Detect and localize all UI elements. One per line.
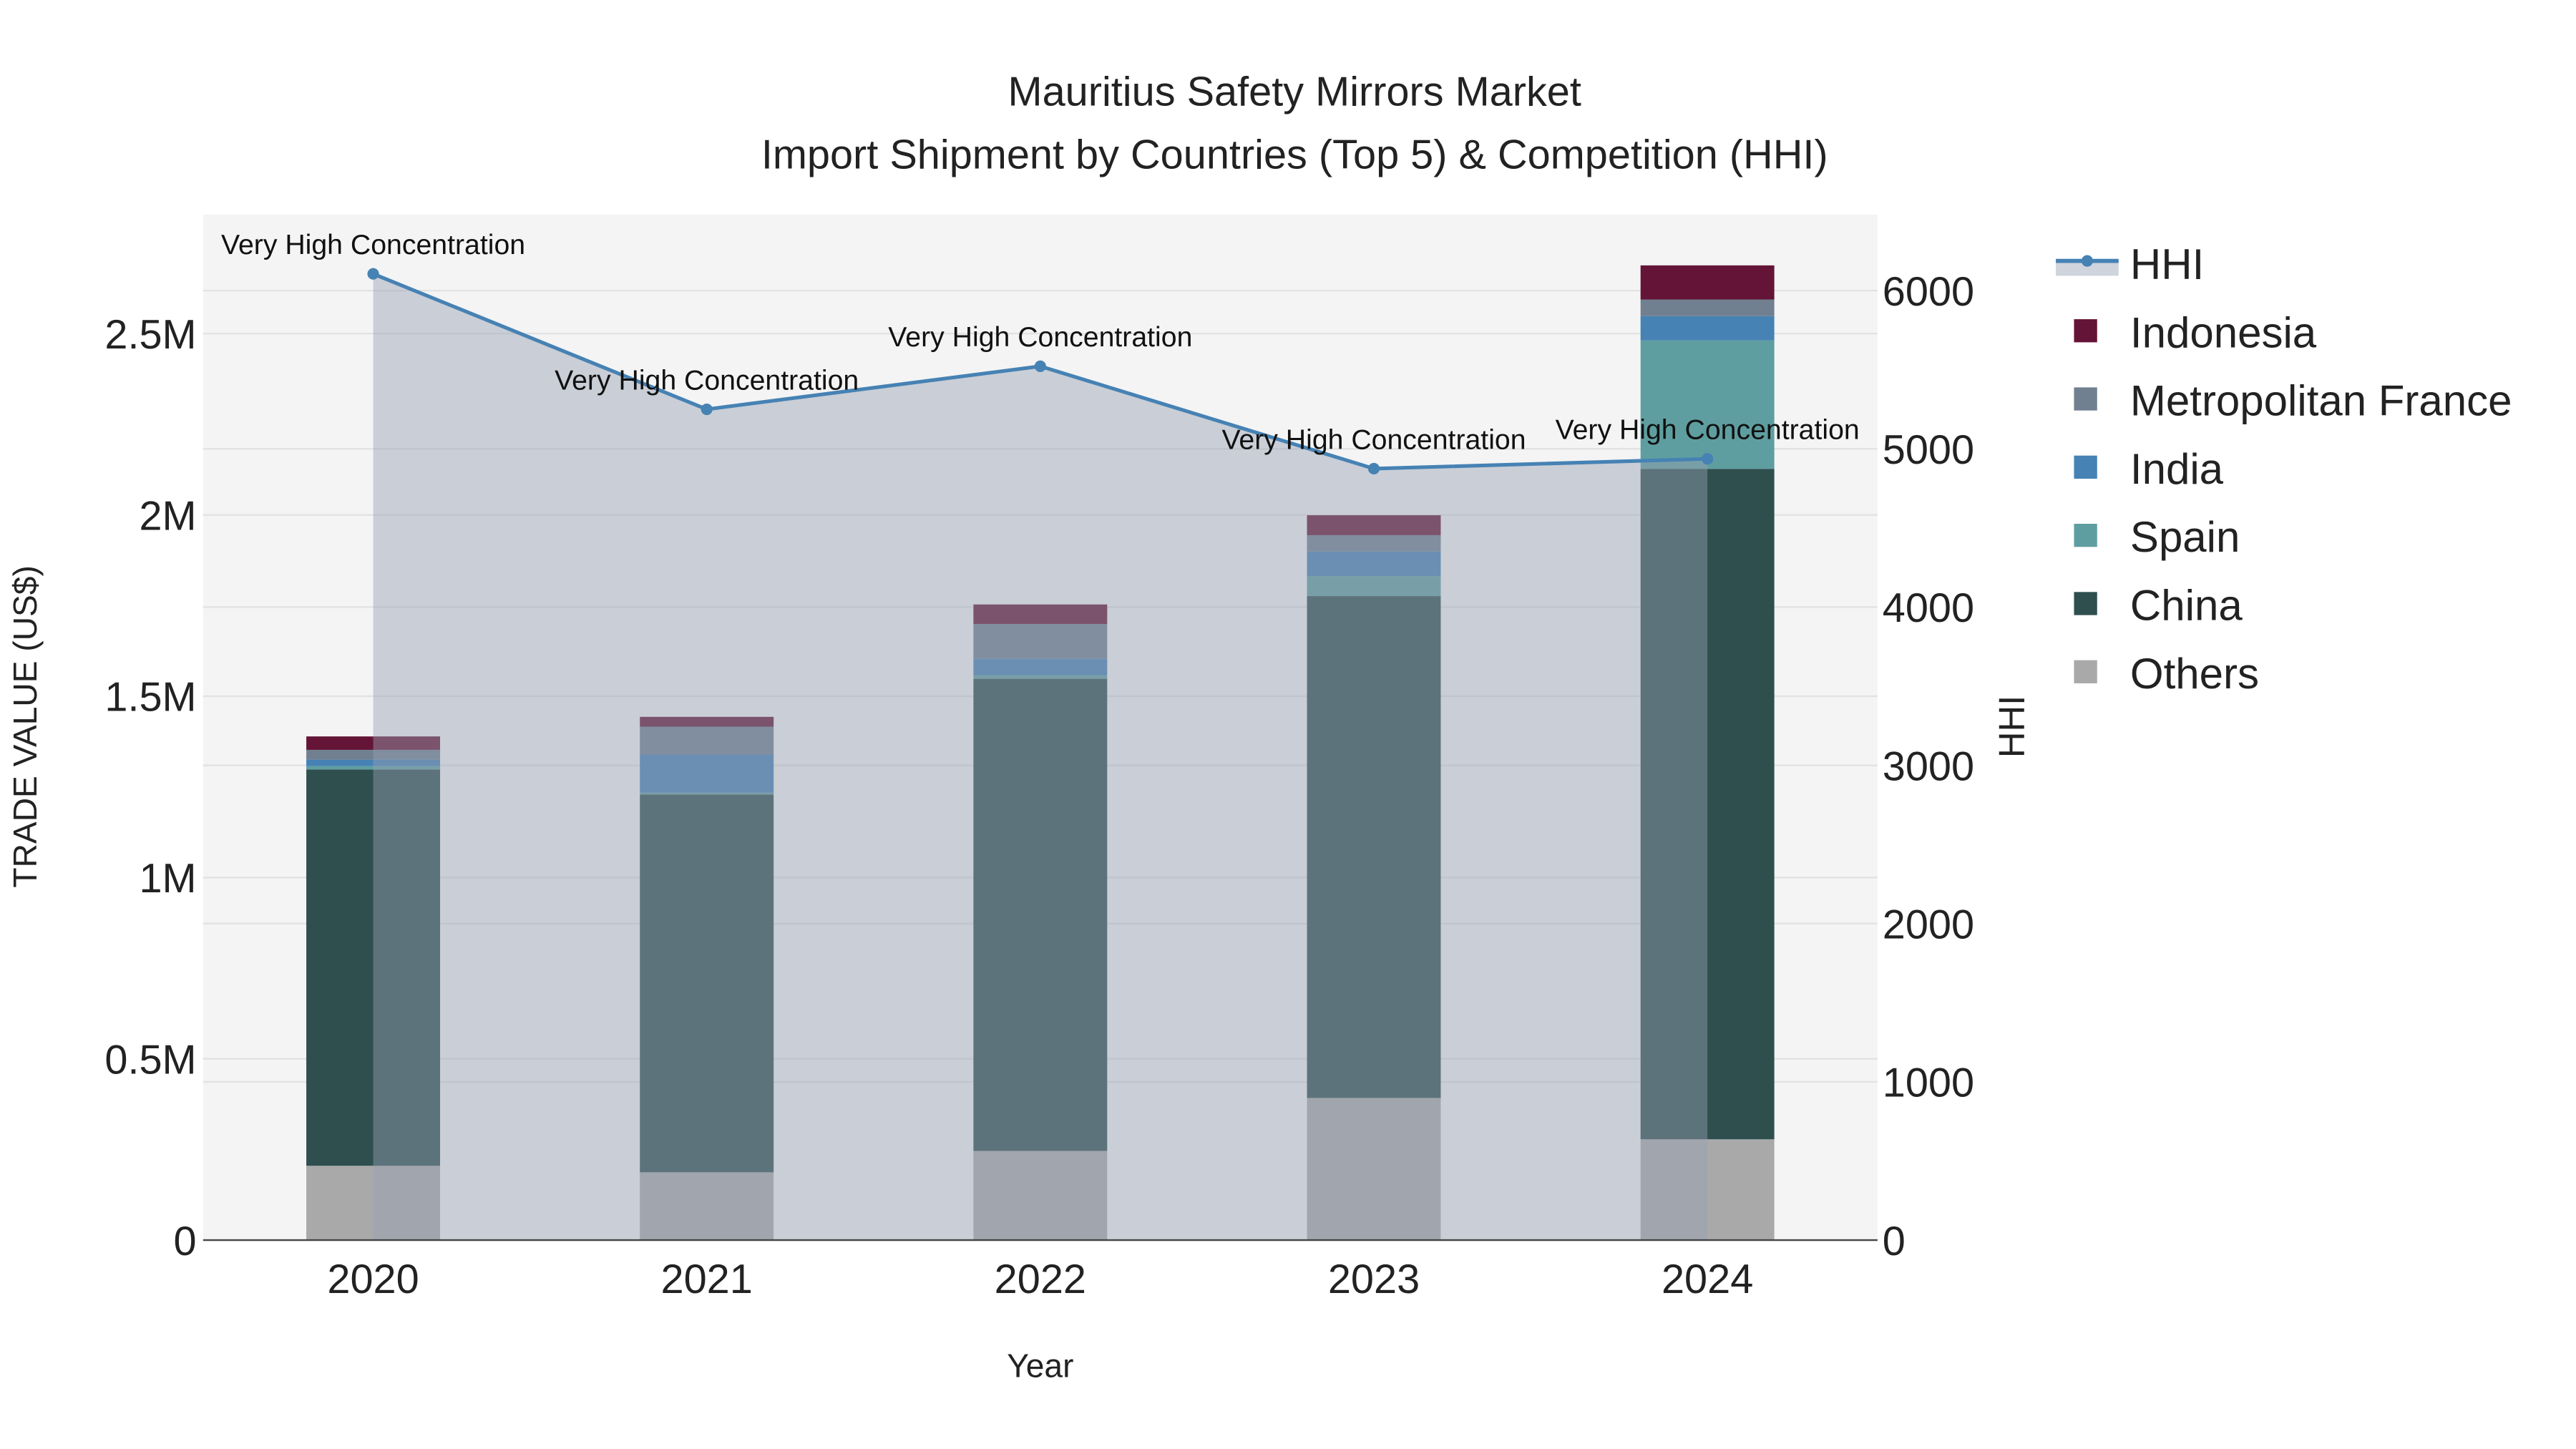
y2-axis-title: HHI bbox=[1991, 696, 2032, 758]
hhi-annotation: Very High Concentration bbox=[555, 364, 859, 396]
y2-tick-label: 6000 bbox=[1883, 269, 1974, 315]
y2-tick-label: 3000 bbox=[1883, 743, 1974, 789]
legend-label: Metropolitan France bbox=[2130, 377, 2512, 425]
legend-label: Others bbox=[2130, 650, 2259, 698]
legend-label: China bbox=[2130, 582, 2243, 630]
hhi-point bbox=[367, 268, 379, 280]
legend-swatch bbox=[2074, 592, 2097, 615]
hhi-annotation: Very High Concentration bbox=[888, 321, 1192, 353]
chart-title-line1: Mauritius Safety Mirrors Market bbox=[1008, 69, 1581, 115]
bar-india bbox=[1640, 316, 1775, 341]
y-tick-label: 0 bbox=[174, 1219, 197, 1264]
y2-tick-label: 5000 bbox=[1883, 427, 1974, 473]
hhi-annotation: Very High Concentration bbox=[221, 229, 525, 260]
y-axis-title: TRADE VALUE (US$) bbox=[6, 565, 44, 887]
bar-spain bbox=[1640, 340, 1775, 469]
legend-swatch bbox=[2074, 387, 2097, 411]
legend-item-hhi[interactable]: HHI bbox=[2056, 240, 2204, 288]
legend-swatch-hhi-marker bbox=[2081, 255, 2093, 267]
y-tick-label: 2M bbox=[139, 493, 196, 539]
y2-tick-label: 1000 bbox=[1883, 1060, 1974, 1106]
legend-item-india[interactable]: India bbox=[2074, 445, 2224, 493]
y-tick-label: 1M bbox=[139, 856, 196, 902]
legend-label: Spain bbox=[2130, 513, 2240, 561]
hhi-annotation: Very High Concentration bbox=[1556, 414, 1860, 446]
hhi-point bbox=[701, 403, 713, 416]
legend-swatch bbox=[2074, 524, 2097, 547]
hhi-point bbox=[1034, 360, 1046, 372]
y2-tick-label: 0 bbox=[1883, 1219, 1906, 1264]
legend-swatch bbox=[2074, 660, 2097, 683]
chart-title-line2: Import Shipment by Countries (Top 5) & C… bbox=[761, 132, 1828, 177]
x-tick-label: 2023 bbox=[1328, 1257, 1420, 1302]
legend-label: India bbox=[2130, 445, 2224, 493]
legend-label: HHI bbox=[2130, 240, 2204, 288]
y2-tick-label: 4000 bbox=[1883, 585, 1974, 631]
legend-item-metropolitan-france[interactable]: Metropolitan France bbox=[2074, 377, 2512, 425]
legend-swatch bbox=[2074, 319, 2097, 343]
hhi-annotation: Very High Concentration bbox=[1221, 424, 1526, 455]
legend: HHI Indonesia Metropolitan France India Spai… bbox=[2056, 240, 2512, 698]
x-tick-label: 2021 bbox=[661, 1257, 753, 1302]
y2-tick-label: 2000 bbox=[1883, 902, 1974, 948]
legend-item-spain[interactable]: Spain bbox=[2074, 513, 2240, 561]
hhi-point bbox=[1367, 462, 1380, 475]
x-axis-title: Year bbox=[1007, 1347, 1073, 1385]
hhi-point bbox=[1702, 453, 1714, 465]
bar-indonesia bbox=[1640, 265, 1775, 300]
y-tick-label: 1.5M bbox=[104, 675, 196, 721]
y-tick-label: 0.5M bbox=[104, 1037, 196, 1083]
legend-item-others[interactable]: Others bbox=[2074, 650, 2259, 698]
chart: Very High Concentration Very High Concent… bbox=[6, 69, 2512, 1385]
x-tick-label: 2024 bbox=[1662, 1257, 1753, 1302]
bar-metropolitan-france bbox=[1640, 299, 1775, 316]
legend-label: Indonesia bbox=[2130, 308, 2317, 356]
x-tick-label: 2022 bbox=[995, 1257, 1086, 1302]
y-tick-label: 2.5M bbox=[104, 312, 196, 358]
legend-item-china[interactable]: China bbox=[2074, 582, 2243, 630]
legend-swatch bbox=[2074, 455, 2097, 479]
legend-item-indonesia[interactable]: Indonesia bbox=[2074, 308, 2317, 356]
x-tick-label: 2020 bbox=[327, 1257, 419, 1302]
